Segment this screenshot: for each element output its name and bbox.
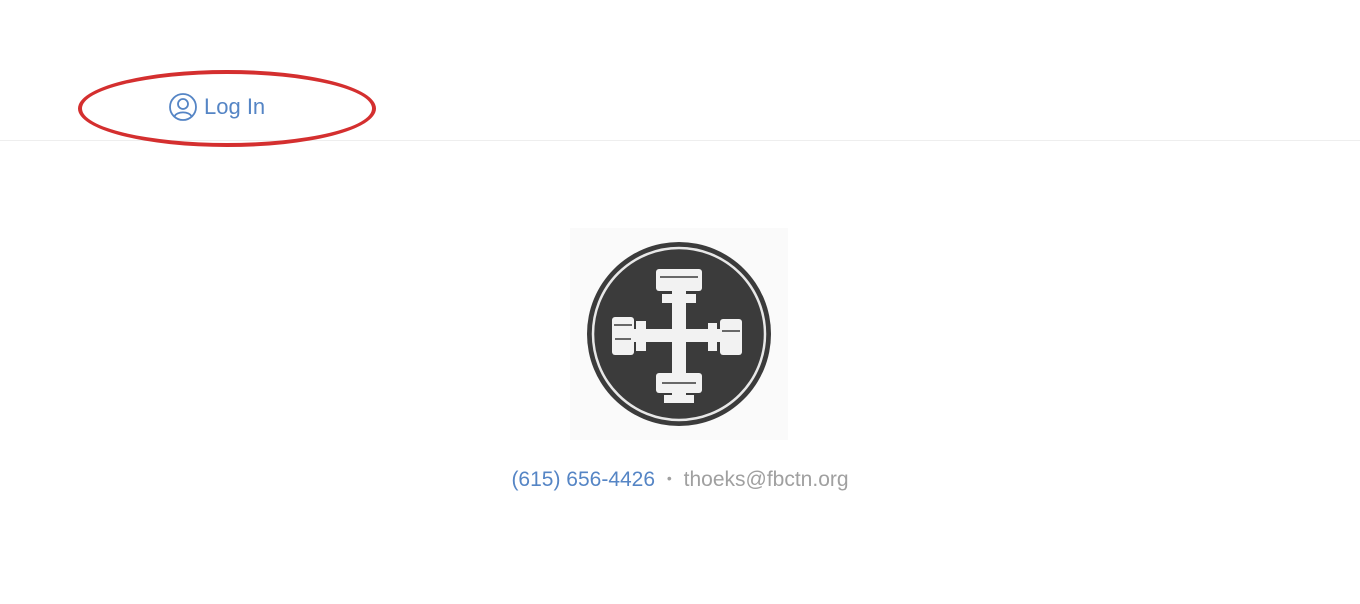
- separator-dot: •: [666, 470, 672, 486]
- login-link[interactable]: Log In: [168, 92, 265, 122]
- login-label: Log In: [204, 94, 266, 119]
- email-link[interactable]: thoeks@fbctn.org: [684, 468, 849, 491]
- site-header: Log In: [0, 0, 1360, 147]
- phone-link[interactable]: (615) 656-4426: [511, 468, 655, 491]
- user-circle-icon: [168, 92, 198, 122]
- site-logo: [570, 228, 788, 440]
- barbell-cross-logo: [587, 242, 771, 426]
- contact-line: (615) 656-4426 • thoeks@fbctn.org: [0, 468, 1360, 492]
